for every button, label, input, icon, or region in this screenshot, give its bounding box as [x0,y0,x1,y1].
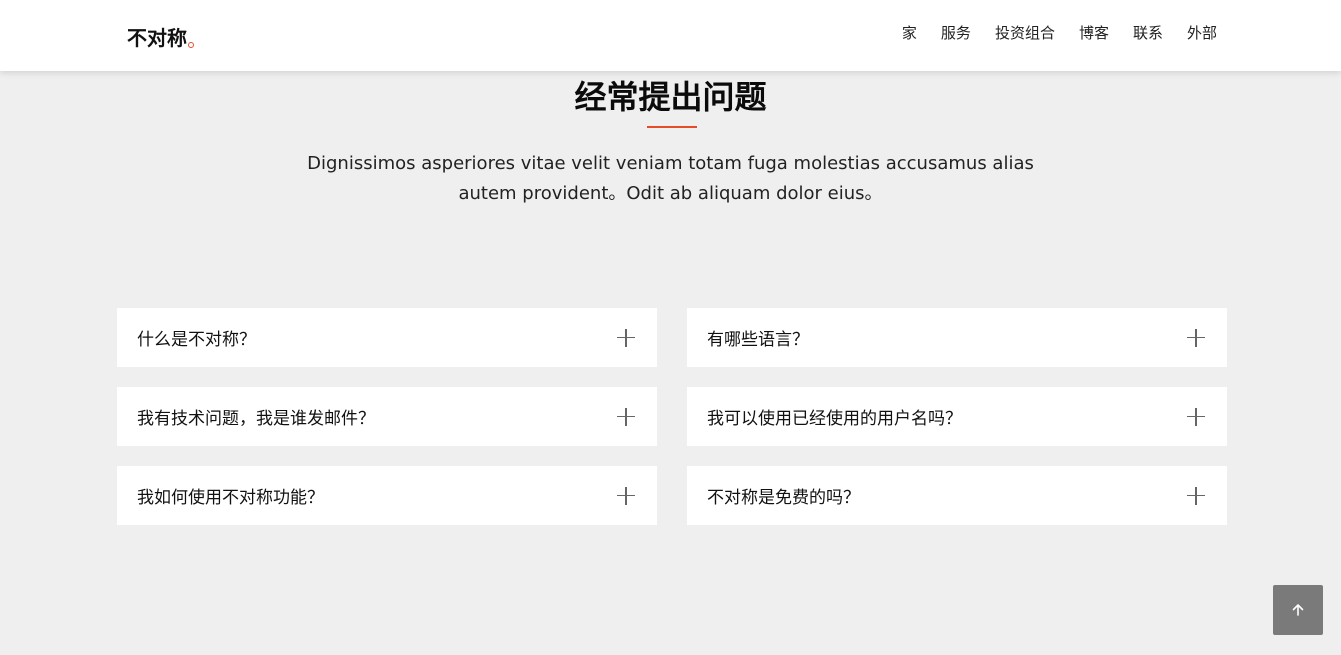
site-header: 不对称 家 服务 投资组合 博客 联系 外部 [0,0,1341,71]
back-to-top-button[interactable] [1273,585,1323,635]
plus-icon[interactable] [1187,407,1205,426]
plus-icon[interactable] [617,486,635,505]
main-nav: 家 服务 投资组合 博客 联系 外部 [902,22,1217,43]
faq-section-description: Dignissimos asperiores vitae velit venia… [307,153,1034,204]
faq-question: 我如何使用不对称功能？ [137,488,324,508]
faq-question: 不对称是免费的吗？ [707,488,860,508]
faq-item[interactable]: 我如何使用不对称功能？ [117,466,657,525]
nav-item-blog[interactable]: 博客 [1079,22,1109,43]
faq-question: 什么是不对称？ [137,330,256,350]
faq-item[interactable]: 不对称是免费的吗？ [687,466,1227,525]
arrow-up-icon [1292,604,1304,616]
nav-item-contact[interactable]: 联系 [1133,22,1163,43]
nav-item-portfolio[interactable]: 投资组合 [995,22,1055,43]
faq-question: 有哪些语言？ [707,330,809,350]
faq-list: 什么是不对称？ 有哪些语言？ 我有技术问题，我是谁发邮件？ 我可以使用已经使用的… [117,308,1227,525]
logo-text: 不对称 [127,26,187,50]
nav-item-services[interactable]: 服务 [941,22,971,43]
faq-item[interactable]: 我可以使用已经使用的用户名吗？ [687,387,1227,446]
faq-question: 我可以使用已经使用的用户名吗？ [707,409,962,429]
faq-question: 我有技术问题，我是谁发邮件？ [137,409,375,429]
plus-icon[interactable] [617,407,635,426]
faq-item[interactable]: 有哪些语言？ [687,308,1227,367]
nav-item-home[interactable]: 家 [902,22,917,43]
nav-item-external[interactable]: 外部 [1187,22,1217,43]
faq-item[interactable]: 什么是不对称？ [117,308,657,367]
faq-item[interactable]: 我有技术问题，我是谁发邮件？ [117,387,657,446]
plus-icon[interactable] [1187,328,1205,347]
logo-dot-icon [188,42,194,48]
faq-section-title: 经常提出问题 [574,78,767,116]
title-underline [647,126,697,128]
plus-icon[interactable] [1187,486,1205,505]
plus-icon[interactable] [617,328,635,347]
site-logo[interactable]: 不对称 [127,22,194,51]
